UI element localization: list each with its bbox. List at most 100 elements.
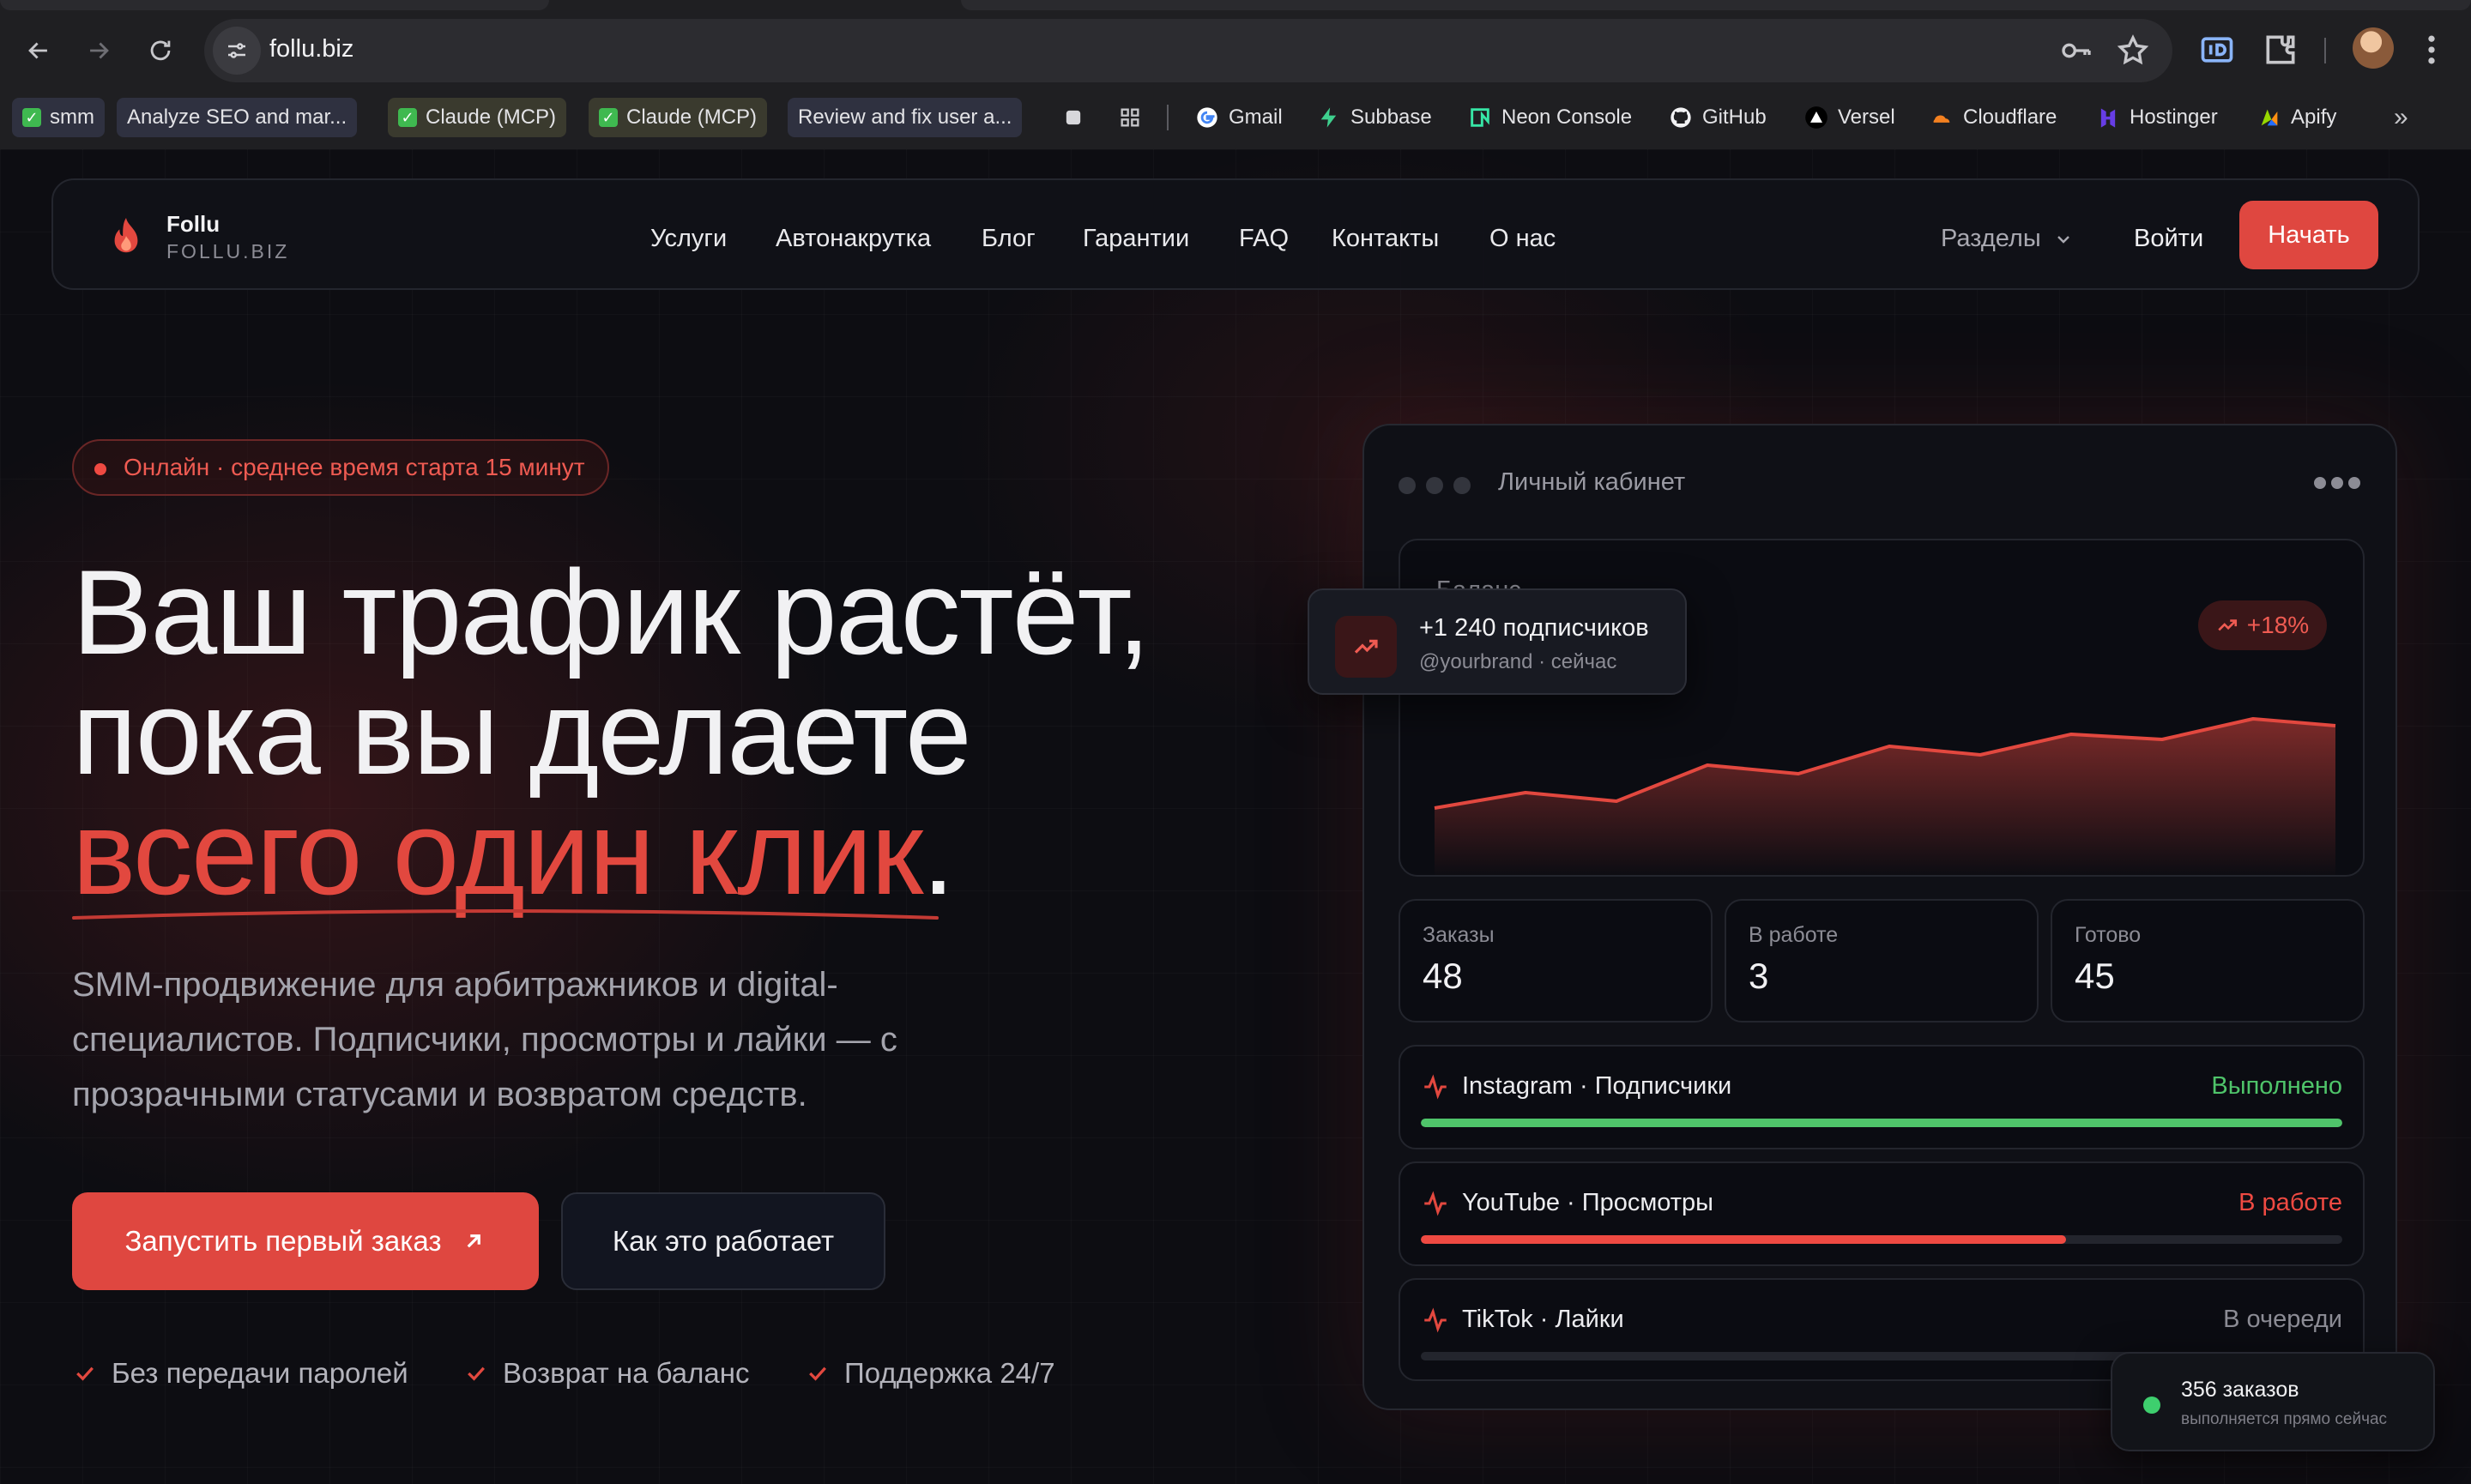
check-icon xyxy=(76,1366,94,1381)
feature-label: Без передачи паролей xyxy=(112,1357,408,1389)
order-status: В очереди xyxy=(2223,1306,2342,1333)
bookmark-label: Subbase xyxy=(1350,106,1432,129)
site-info-button[interactable] xyxy=(213,27,261,75)
flame-logo-icon[interactable] xyxy=(106,216,146,259)
nav-guarantees[interactable]: Гарантии xyxy=(1083,225,1189,253)
feature-label: Поддержка 24/7 xyxy=(844,1357,1055,1389)
extensions-icon[interactable] xyxy=(2262,31,2299,69)
stat-value: 3 xyxy=(1749,956,1769,996)
nav-about[interactable]: О нас xyxy=(1489,225,1556,253)
headline-accent: всего один клик xyxy=(72,785,923,920)
nav-blog[interactable]: Блог xyxy=(982,225,1036,253)
brand-name[interactable]: Follu xyxy=(166,211,220,238)
start-button[interactable]: Начать xyxy=(2239,201,2378,269)
lead-line-3: прозрачными статусами и возвратом средст… xyxy=(72,1076,807,1113)
bookmark-label: Claude (MCP) xyxy=(426,106,557,129)
how-it-works-button[interactable]: Как это работает xyxy=(561,1192,885,1290)
profile-avatar[interactable] xyxy=(2353,27,2394,69)
nav-faq[interactable]: FAQ xyxy=(1239,225,1289,253)
google-icon xyxy=(1194,105,1220,130)
page: Follu FOLLU.BIZ Услуги Автонакрутка Блог… xyxy=(0,149,2471,1484)
feature-refund: Возврат на баланс xyxy=(463,1357,750,1390)
bookmark-smm[interactable]: ✓ smm xyxy=(12,98,105,137)
check-icon xyxy=(809,1366,826,1381)
dashboard-title: Личный кабинет xyxy=(1498,468,1686,496)
nav-autoboost[interactable]: Автонакрутка xyxy=(776,225,931,253)
check-icon xyxy=(468,1366,485,1381)
reload-button[interactable] xyxy=(136,26,185,75)
bookmark-subbase[interactable]: Subbase xyxy=(1316,98,1432,137)
bookmark-claude-mcp-2[interactable]: ✓ Claude (MCP) xyxy=(589,98,768,137)
bookmark-review-fix[interactable]: Review and fix user a... xyxy=(788,98,1023,137)
window-dot xyxy=(1453,477,1471,494)
more-dots-icon[interactable] xyxy=(2311,470,2363,496)
order-row[interactable]: Instagram · Подписчики Выполнено xyxy=(1399,1045,2365,1149)
feature-support: Поддержка 24/7 xyxy=(805,1357,1055,1390)
address-bar[interactable]: follu.biz xyxy=(204,19,2172,82)
bookmarks-overflow-chevron-icon[interactable]: » xyxy=(2394,98,2408,137)
bookmark-blank[interactable] xyxy=(1060,98,1086,137)
trending-up-icon xyxy=(1354,639,1378,654)
bookmark-analyze-seo[interactable]: Analyze SEO and mar... xyxy=(117,98,358,137)
arrow-up-right-icon xyxy=(467,1234,480,1248)
bookmark-apps[interactable] xyxy=(1117,98,1143,137)
login-button[interactable]: Войти xyxy=(2134,225,2203,253)
window-dot xyxy=(1426,477,1443,494)
stat-value: 45 xyxy=(2075,956,2115,996)
tab-strip xyxy=(0,0,549,10)
nav-contacts[interactable]: Контакты xyxy=(1332,225,1439,253)
cloud-icon xyxy=(1929,105,1954,130)
stat-label: Заказы xyxy=(1423,923,1495,947)
status-text: Онлайн · среднее время старта 15 минут xyxy=(124,454,585,480)
github-icon xyxy=(1668,105,1694,130)
headline-underline xyxy=(72,909,939,920)
headline-accent-line: всего один клик. xyxy=(72,793,955,913)
stat-in-progress: В работе 3 xyxy=(1725,899,2039,1023)
page-icon xyxy=(1060,105,1086,130)
hostinger-icon xyxy=(2095,105,2121,130)
activity-icon xyxy=(1424,1307,1447,1333)
bookmark-label: Review and fix user a... xyxy=(798,106,1012,129)
key-icon[interactable] xyxy=(2059,33,2093,68)
bookmarks-bar: ✓ smm Analyze SEO and mar... ✓ Claude (M… xyxy=(0,98,2471,139)
star-icon[interactable] xyxy=(2116,33,2150,68)
bookmark-label: Analyze SEO and mar... xyxy=(127,106,347,129)
url-text[interactable]: follu.biz xyxy=(269,35,353,63)
bookmark-label: Apify xyxy=(2291,106,2337,129)
id-card-icon[interactable] xyxy=(2198,31,2236,69)
window-dot xyxy=(1399,477,1416,494)
bookmark-versel[interactable]: Versel xyxy=(1803,98,1895,137)
bookmark-label: Hostinger xyxy=(2130,106,2218,129)
bookmark-apify[interactable]: Apify xyxy=(2257,98,2336,137)
order-name: YouTube · Просмотры xyxy=(1462,1189,1714,1216)
triangle-icon xyxy=(1803,105,1829,130)
launch-first-order-button[interactable]: Запустить первый заказ xyxy=(72,1192,539,1290)
sections-dropdown[interactable]: Разделы xyxy=(1941,225,2074,253)
checkmark-icon: ✓ xyxy=(22,108,41,127)
stat-orders: Заказы 48 xyxy=(1399,899,1713,1023)
tab-strip xyxy=(961,0,2471,10)
stat-value: 48 xyxy=(1423,956,1463,996)
bookmark-label: GitHub xyxy=(1702,106,1767,129)
bookmark-claude-mcp-1[interactable]: ✓ Claude (MCP) xyxy=(388,98,567,137)
bookmark-github[interactable]: GitHub xyxy=(1668,98,1767,137)
nav-services[interactable]: Услуги xyxy=(650,225,727,253)
bookmark-neon[interactable]: Neon Console xyxy=(1467,98,1632,137)
order-row[interactable]: YouTube · Просмотры В работе xyxy=(1399,1161,2365,1266)
menu-kebab-icon[interactable] xyxy=(2413,31,2450,69)
lead-line-2: специалистов. Подписчики, просмотры и ла… xyxy=(72,1021,897,1059)
headline-period: . xyxy=(921,785,955,920)
bookmark-hostinger[interactable]: Hostinger xyxy=(2095,98,2218,137)
apify-icon xyxy=(2257,105,2282,130)
live-subtitle: выполняется прямо сейчас xyxy=(2181,1410,2388,1428)
back-button[interactable] xyxy=(14,26,63,75)
forward-button[interactable] xyxy=(74,26,124,75)
lead-line-1: SMM-продвижение для арбитражников и digi… xyxy=(72,966,838,1004)
order-status: Выполнено xyxy=(2211,1072,2342,1100)
live-title: 356 заказов xyxy=(2181,1378,2299,1402)
order-progress-fill xyxy=(1421,1235,2066,1244)
bookmark-gmail[interactable]: Gmail xyxy=(1194,98,1283,137)
bookmark-cloudflare[interactable]: Cloudflare xyxy=(1929,98,2057,137)
neon-icon xyxy=(1467,105,1493,130)
order-name: TikTok · Лайки xyxy=(1462,1306,1624,1333)
